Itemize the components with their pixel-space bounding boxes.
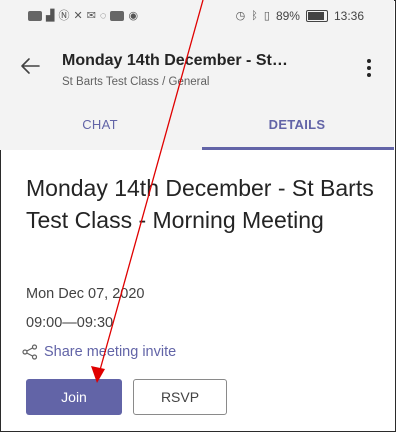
status-bar: ▟ Ⓝ ✕ ✉ ◌ ◉ ◷ ᛒ ▯ 89% 13:36 [0, 0, 394, 34]
status-time: 13:36 [333, 9, 364, 23]
tab-details[interactable]: DETAILS [200, 98, 394, 150]
meeting-time: 09:00—09:30 [26, 315, 114, 331]
join-button[interactable]: Join [26, 379, 122, 415]
battery-percent: 89% [275, 9, 300, 23]
status-system-icons: ◷ ᛒ ▯ 89% 13:36 [236, 9, 364, 23]
tab-selected-indicator [202, 147, 394, 150]
breadcrumb: St Barts Test Class / General [62, 76, 210, 88]
gallery-icon [110, 11, 125, 21]
whatsapp-icon: ◌ [99, 10, 107, 22]
rsvp-button[interactable]: RSVP [133, 379, 227, 415]
chrome-icon: ◉ [128, 10, 139, 22]
page-title: Monday 14th December - St… [62, 52, 288, 69]
status-notification-icons: ▟ Ⓝ ✕ ✉ ◌ ◉ [28, 9, 138, 23]
nfc-icon: Ⓝ [58, 10, 70, 22]
vibrate-icon: ▯ [263, 10, 270, 22]
mail-icon: ✉ [86, 10, 96, 22]
signal-icon: ▟ [46, 10, 55, 22]
alarm-icon: ◷ [235, 10, 246, 22]
battery-fill [307, 12, 324, 20]
app-header: Monday 14th December - St… St Barts Test… [0, 34, 394, 98]
battery-icon [305, 10, 328, 22]
share-link-label: Share meeting invite [44, 344, 177, 360]
tab-bar: CHAT DETAILS [0, 98, 394, 150]
share-icon [22, 344, 38, 360]
more-options-icon[interactable] [366, 58, 372, 78]
meeting-date: Mon Dec 07, 2020 [26, 286, 145, 302]
tab-chat[interactable]: CHAT [0, 98, 200, 150]
share-meeting-invite-link[interactable]: Share meeting invite [22, 344, 176, 360]
meeting-title: Monday 14th December - St Barts Test Cla… [26, 175, 374, 233]
sim-icon [28, 11, 42, 21]
bluetooth-icon: ᛒ [251, 10, 258, 22]
back-arrow-icon[interactable] [18, 54, 42, 78]
missed-call-icon: ✕ [73, 10, 83, 22]
